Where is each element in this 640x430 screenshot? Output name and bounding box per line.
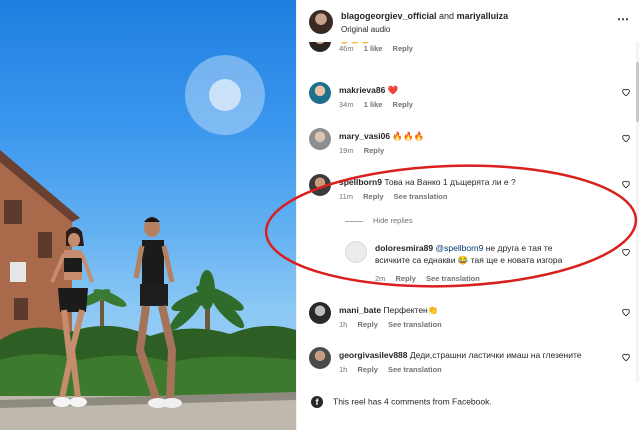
post-header: blagogeorgiev_official and mariyalluiza … — [309, 8, 630, 40]
mention-link[interactable]: @spellborn9 — [436, 243, 484, 253]
comment-username[interactable]: mani_bate — [339, 305, 381, 315]
avatar-placeholder[interactable] — [345, 241, 367, 263]
see-translation-link[interactable]: See translation — [426, 274, 480, 283]
comment-meta: 1h Reply See translation — [339, 365, 450, 374]
comment-text: makrieva86 ❤️ — [339, 85, 398, 96]
comments-list[interactable]: 😄😄😄 46m 1 like Reply makrieva86 ❤️ 34m 1… — [297, 42, 640, 387]
see-translation-link[interactable]: See translation — [388, 365, 442, 374]
see-translation-link[interactable]: See translation — [388, 320, 442, 329]
comment-body: Това на Ванко 1 дъщерята ли е ? — [384, 177, 516, 187]
avatar[interactable] — [309, 347, 331, 369]
reply-button[interactable]: Reply — [364, 146, 384, 155]
reply-button[interactable]: Reply — [357, 320, 377, 329]
like-heart-icon[interactable] — [621, 133, 631, 143]
comment-username[interactable]: mary_vasi06 — [339, 131, 390, 141]
comment-username[interactable]: spellborn9 — [339, 177, 382, 187]
hide-replies-button[interactable]: Hide replies — [345, 216, 413, 225]
facebook-comments-note: f This reel has 4 comments from Facebook. — [311, 396, 492, 408]
comment-text: georgivasilev888 Деди,страшни ластички и… — [339, 350, 582, 360]
like-heart-icon[interactable] — [621, 352, 631, 362]
author-avatar[interactable] — [309, 10, 333, 34]
facebook-icon: f — [311, 396, 323, 408]
reply-button[interactable]: Reply — [357, 365, 377, 374]
more-options-icon[interactable]: ⋯ — [617, 12, 630, 26]
comment-time: 1h — [339, 320, 348, 329]
comment-meta: 11m Reply See translation — [339, 192, 455, 201]
reel-video[interactable] — [0, 0, 296, 430]
comment-text: mani_bate Перфектен👏 — [339, 305, 438, 316]
video-scene — [0, 55, 296, 430]
coauthor-username[interactable]: mariyalluiza — [457, 11, 509, 21]
comment-body: 🔥🔥🔥 — [392, 131, 425, 141]
reply-body-line1: не друга е тая те — [483, 243, 553, 253]
comment-time: 11m — [339, 192, 354, 201]
scrollbar-thumb[interactable] — [636, 62, 639, 122]
like-heart-icon[interactable] — [621, 307, 631, 317]
comment-meta: 34m 1 like Reply — [339, 100, 421, 109]
comment-body: Перфектен👏 — [383, 305, 439, 315]
divider-line — [345, 220, 363, 222]
reply-username[interactable]: doloresmira89 — [375, 243, 433, 253]
comment-time: 46m — [339, 44, 354, 53]
like-heart-icon[interactable] — [621, 179, 631, 189]
comment-meta: 19m Reply — [339, 146, 392, 155]
hide-replies-label: Hide replies — [373, 216, 413, 225]
comment-username[interactable]: makrieva86 — [339, 85, 385, 95]
post-authors: blagogeorgiev_official and mariyalluiza — [341, 11, 508, 21]
comment-meta: 46m 1 like Reply — [339, 44, 421, 53]
and-text: and — [439, 11, 455, 21]
comment-text: spellborn9 Това на Ванко 1 дъщерята ли е… — [339, 177, 516, 187]
reply-button[interactable]: Reply — [396, 274, 416, 283]
avatar[interactable] — [309, 174, 331, 196]
comment-body: ❤️ — [387, 85, 399, 95]
avatar[interactable] — [309, 302, 331, 324]
reply-button[interactable]: Reply — [393, 100, 413, 109]
facebook-note-text: This reel has 4 comments from Facebook. — [333, 396, 492, 407]
comment-text: mary_vasi06 🔥🔥🔥 — [339, 131, 424, 142]
original-audio-link[interactable]: Original audio — [341, 25, 390, 34]
reply-text: doloresmira89 @spellborn9 не друга е тая… — [375, 242, 605, 266]
comment-body: Деди,страшни ластички имаш на глезените — [409, 350, 582, 360]
reply-body-line2: всичките са еднакви 😂 тая ще е новата из… — [375, 255, 563, 265]
like-count[interactable]: 1 like — [364, 44, 383, 53]
comment-time: 19m — [339, 146, 354, 155]
like-count[interactable]: 1 like — [364, 100, 383, 109]
scrollbar[interactable] — [636, 42, 639, 382]
reply-button[interactable]: Reply — [393, 44, 413, 53]
comment-time: 1h — [339, 365, 348, 374]
avatar[interactable] — [309, 128, 331, 150]
reply-meta: 2m Reply See translation — [375, 274, 488, 283]
comment-username[interactable]: georgivasilev888 — [339, 350, 408, 360]
comments-panel: blagogeorgiev_official and mariyalluiza … — [296, 0, 640, 430]
comment-meta: 1h Reply See translation — [339, 320, 450, 329]
avatar[interactable] — [309, 82, 331, 104]
comment-time: 34m — [339, 100, 354, 109]
like-heart-icon[interactable] — [621, 247, 631, 257]
see-translation-link[interactable]: See translation — [394, 192, 448, 201]
avatar[interactable] — [309, 42, 331, 52]
author-username[interactable]: blagogeorgiev_official — [341, 11, 437, 21]
reply-button[interactable]: Reply — [363, 192, 383, 201]
like-heart-icon[interactable] — [621, 87, 631, 97]
reply-time: 2m — [375, 274, 386, 283]
